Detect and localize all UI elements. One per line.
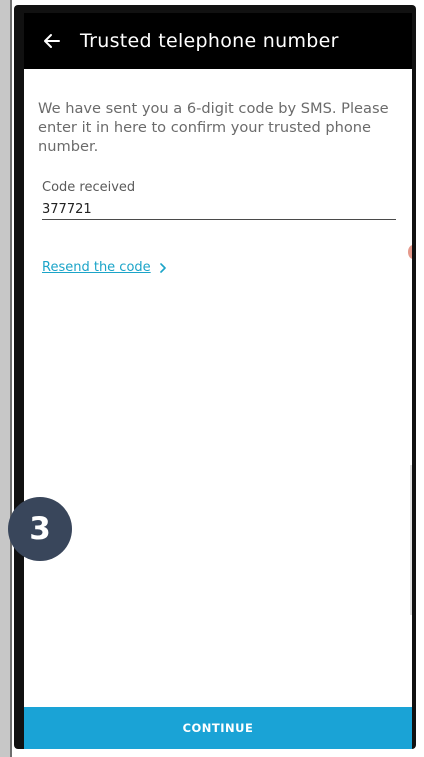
main-content: We have sent you a 6-digit code by SMS. … <box>38 69 398 275</box>
page-title: Trusted telephone number <box>80 30 339 52</box>
step-number-badge: 3 <box>8 497 72 561</box>
resend-code-label: Resend the code <box>42 260 151 275</box>
resend-code-link[interactable]: Resend the code <box>42 260 398 275</box>
continue-button[interactable]: CONTINUE <box>24 707 412 749</box>
edge-marker-dot <box>408 245 412 259</box>
back-button[interactable] <box>24 13 80 69</box>
chevron-right-icon <box>159 262 167 273</box>
phone-screen: Trusted telephone number We have sent yo… <box>24 13 412 749</box>
scrollbar-track <box>410 465 412 615</box>
left-edge-strip <box>0 0 12 757</box>
intro-text: We have sent you a 6-digit code by SMS. … <box>38 100 389 155</box>
code-field: Code received <box>42 180 396 220</box>
continue-label: CONTINUE <box>182 721 254 735</box>
code-field-label: Code received <box>42 180 136 195</box>
phone-frame: Trusted telephone number We have sent yo… <box>14 5 416 749</box>
screenshot-stage: Trusted telephone number We have sent yo… <box>0 0 424 757</box>
app-bar: Trusted telephone number <box>24 13 412 69</box>
code-input[interactable] <box>42 198 396 220</box>
arrow-left-icon <box>44 34 60 48</box>
